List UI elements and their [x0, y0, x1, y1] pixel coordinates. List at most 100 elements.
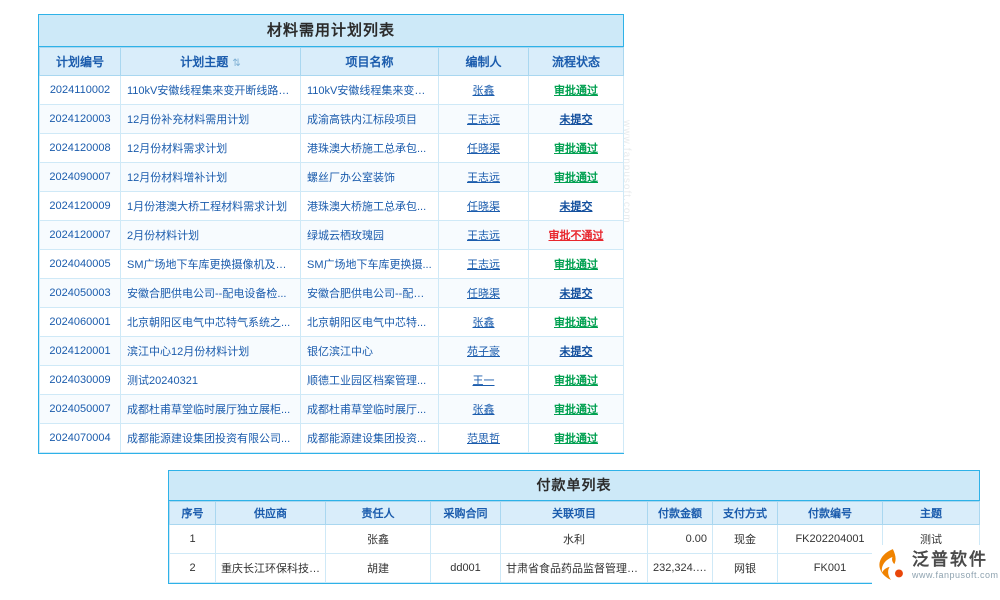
compiler-cell[interactable]: 范思哲 — [439, 424, 529, 453]
col-header-supplier: 供应商 — [216, 502, 326, 525]
col-header-related-project: 关联项目 — [501, 502, 648, 525]
status-cell[interactable]: 未提交 — [529, 337, 624, 366]
compiler-cell[interactable]: 苑子豪 — [439, 337, 529, 366]
brand-url: www.fanpusoft.com — [912, 570, 999, 580]
status-cell[interactable]: 未提交 — [529, 192, 624, 221]
col-header-topic: 主题 — [883, 502, 980, 525]
status-cell[interactable]: 审批通过 — [529, 366, 624, 395]
subject-cell[interactable]: 12月份材料需求计划 — [121, 134, 301, 163]
status-cell[interactable]: 未提交 — [529, 105, 624, 134]
material-table-row[interactable]: 2024110002110kV安徽线程集来变开断线路工...110kV安徽线程集… — [40, 76, 624, 105]
supplier-cell — [216, 525, 326, 554]
owner-cell: 张鑫 — [326, 525, 431, 554]
project-cell[interactable]: 港珠澳大桥施工总承包... — [301, 134, 439, 163]
plan-no-cell[interactable]: 2024110002 — [40, 76, 121, 105]
compiler-cell[interactable]: 王志远 — [439, 221, 529, 250]
subject-cell[interactable]: 北京朝阳区电气中芯特气系统之... — [121, 308, 301, 337]
plan-no-cell[interactable]: 2024090007 — [40, 163, 121, 192]
project-cell[interactable]: 北京朝阳区电气中芯特... — [301, 308, 439, 337]
plan-no-cell[interactable]: 2024060001 — [40, 308, 121, 337]
compiler-cell[interactable]: 任晓渠 — [439, 192, 529, 221]
status-cell[interactable]: 审批通过 — [529, 308, 624, 337]
material-table-row[interactable]: 2024060001北京朝阳区电气中芯特气系统之...北京朝阳区电气中芯特...… — [40, 308, 624, 337]
project-cell[interactable]: 成都能源建设集团投资... — [301, 424, 439, 453]
status-cell[interactable]: 未提交 — [529, 279, 624, 308]
sort-icon[interactable]: ⇅ — [232, 58, 240, 69]
compiler-cell[interactable]: 王一 — [439, 366, 529, 395]
material-table-row[interactable]: 20241200072月份材料计划绿城云栖玫瑰园王志远审批不通过 — [40, 221, 624, 250]
col-header-compiler[interactable]: 编制人 — [439, 48, 529, 76]
material-table-row[interactable]: 2024050007成都杜甫草堂临时展厅独立展柜...成都杜甫草堂临时展厅...… — [40, 395, 624, 424]
owner-cell: 胡建 — [326, 554, 431, 583]
material-table-row[interactable]: 2024040005SM广场地下车库更换摄像机及硬...SM广场地下车库更换摄.… — [40, 250, 624, 279]
plan-no-cell[interactable]: 2024070004 — [40, 424, 121, 453]
fanpu-logo-icon — [876, 548, 906, 582]
col-header-subject[interactable]: 计划主题⇅ — [121, 48, 301, 76]
subject-cell[interactable]: 测试20240321 — [121, 366, 301, 395]
material-table-row[interactable]: 2024030009测试20240321顺德工业园区档案管理...王一审批通过 — [40, 366, 624, 395]
col-header-plan-no[interactable]: 计划编号 — [40, 48, 121, 76]
material-table-row[interactable]: 202412000312月份补充材料需用计划成渝高铁内江标段项目王志远未提交 — [40, 105, 624, 134]
plan-no-cell[interactable]: 2024040005 — [40, 250, 121, 279]
project-cell[interactable]: 港珠澳大桥施工总承包... — [301, 192, 439, 221]
status-cell[interactable]: 审批不通过 — [529, 221, 624, 250]
plan-no-cell[interactable]: 2024050003 — [40, 279, 121, 308]
status-cell[interactable]: 审批通过 — [529, 395, 624, 424]
col-header-project[interactable]: 项目名称 — [301, 48, 439, 76]
project-cell[interactable]: 成渝高铁内江标段项目 — [301, 105, 439, 134]
compiler-cell[interactable]: 任晓渠 — [439, 134, 529, 163]
plan-no-cell[interactable]: 2024030009 — [40, 366, 121, 395]
project-cell[interactable]: 110kV安徽线程集来变开断... — [301, 76, 439, 105]
compiler-cell[interactable]: 张鑫 — [439, 308, 529, 337]
subject-cell[interactable]: 1月份港澳大桥工程材料需求计划 — [121, 192, 301, 221]
plan-no-cell[interactable]: 2024120003 — [40, 105, 121, 134]
subject-cell[interactable]: 12月份材料增补计划 — [121, 163, 301, 192]
subject-cell[interactable]: 成都杜甫草堂临时展厅独立展柜... — [121, 395, 301, 424]
project-cell[interactable]: 绿城云栖玫瑰园 — [301, 221, 439, 250]
material-table-row[interactable]: 2024120001滨江中心12月份材料计划银亿滨江中心苑子豪未提交 — [40, 337, 624, 366]
subject-cell[interactable]: 安徽合肥供电公司--配电设备检... — [121, 279, 301, 308]
related-project-cell: 甘肃省食品药品监督管理局... — [501, 554, 648, 583]
plan-no-cell[interactable]: 2024120001 — [40, 337, 121, 366]
project-cell[interactable]: 安徽合肥供电公司--配电... — [301, 279, 439, 308]
method-cell: 网银 — [713, 554, 778, 583]
project-cell[interactable]: 成都杜甫草堂临时展厅... — [301, 395, 439, 424]
plan-no-cell[interactable]: 2024120007 — [40, 221, 121, 250]
compiler-cell[interactable]: 张鑫 — [439, 76, 529, 105]
material-table-row[interactable]: 2024070004成都能源建设集团投资有限公司...成都能源建设集团投资...… — [40, 424, 624, 453]
compiler-cell[interactable]: 任晓渠 — [439, 279, 529, 308]
compiler-cell[interactable]: 张鑫 — [439, 395, 529, 424]
status-cell[interactable]: 审批通过 — [529, 76, 624, 105]
subject-cell[interactable]: SM广场地下车库更换摄像机及硬... — [121, 250, 301, 279]
subject-cell[interactable]: 2月份材料计划 — [121, 221, 301, 250]
project-cell[interactable]: 银亿滨江中心 — [301, 337, 439, 366]
project-cell[interactable]: 顺德工业园区档案管理... — [301, 366, 439, 395]
material-table-row[interactable]: 202412000812月份材料需求计划港珠澳大桥施工总承包...任晓渠审批通过 — [40, 134, 624, 163]
payment-header-row: 序号 供应商 责任人 采购合同 关联项目 付款金额 支付方式 付款编号 主题 — [170, 502, 980, 525]
compiler-cell[interactable]: 王志远 — [439, 163, 529, 192]
status-cell[interactable]: 审批通过 — [529, 163, 624, 192]
compiler-cell[interactable]: 王志远 — [439, 105, 529, 134]
material-table-row[interactable]: 202409000712月份材料增补计划螺丝厂办公室装饰王志远审批通过 — [40, 163, 624, 192]
plan-no-cell[interactable]: 2024050007 — [40, 395, 121, 424]
material-table-row[interactable]: 2024050003安徽合肥供电公司--配电设备检...安徽合肥供电公司--配电… — [40, 279, 624, 308]
material-header-row: 计划编号 计划主题⇅ 项目名称 编制人 流程状态 — [40, 48, 624, 76]
col-header-status[interactable]: 流程状态 — [529, 48, 624, 76]
project-cell[interactable]: SM广场地下车库更换摄... — [301, 250, 439, 279]
subject-cell[interactable]: 滨江中心12月份材料计划 — [121, 337, 301, 366]
method-cell: 现金 — [713, 525, 778, 554]
material-table-row[interactable]: 20241200091月份港澳大桥工程材料需求计划港珠澳大桥施工总承包...任晓… — [40, 192, 624, 221]
col-header-owner: 责任人 — [326, 502, 431, 525]
project-cell[interactable]: 螺丝厂办公室装饰 — [301, 163, 439, 192]
plan-no-cell[interactable]: 2024120008 — [40, 134, 121, 163]
subject-cell[interactable]: 12月份补充材料需用计划 — [121, 105, 301, 134]
compiler-cell[interactable]: 王志远 — [439, 250, 529, 279]
subject-cell[interactable]: 成都能源建设集团投资有限公司... — [121, 424, 301, 453]
plan-no-cell[interactable]: 2024120009 — [40, 192, 121, 221]
status-cell[interactable]: 审批通过 — [529, 250, 624, 279]
related-project-cell: 水利 — [501, 525, 648, 554]
status-cell[interactable]: 审批通过 — [529, 134, 624, 163]
status-cell[interactable]: 审批通过 — [529, 424, 624, 453]
contract-cell: dd001 — [431, 554, 501, 583]
subject-cell[interactable]: 110kV安徽线程集来变开断线路工... — [121, 76, 301, 105]
